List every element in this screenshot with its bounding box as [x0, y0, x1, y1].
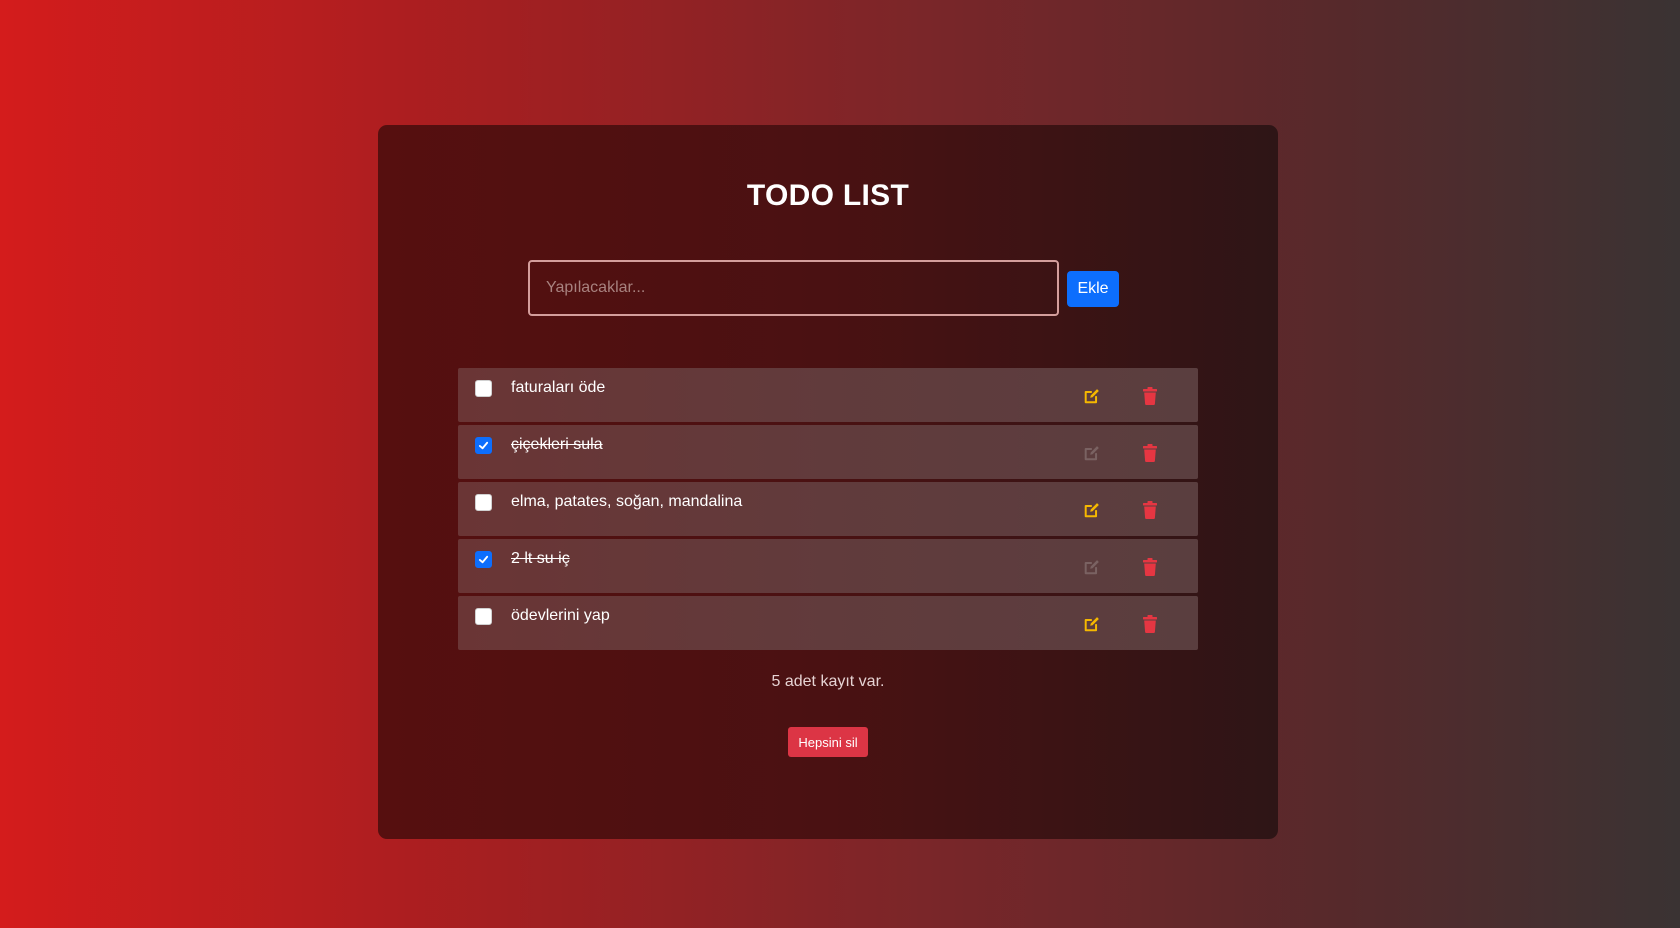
edit-icon	[1084, 617, 1099, 632]
trash-icon	[1143, 387, 1157, 405]
edit-button[interactable]	[1081, 385, 1103, 407]
todo-text: 2 lt su iç	[511, 550, 570, 567]
edit-icon	[1084, 560, 1099, 575]
todo-checkbox[interactable]	[475, 608, 492, 625]
trash-icon	[1143, 444, 1157, 462]
delete-button[interactable]	[1139, 556, 1161, 578]
todo-item: 2 lt su iç	[458, 539, 1198, 593]
todo-list: faturaları öde çiçekleri sula elma, pata…	[458, 368, 1198, 653]
delete-button[interactable]	[1139, 613, 1161, 635]
todo-text: elma, patates, soğan, mandalina	[511, 493, 743, 510]
record-count: 5 adet kayıt var.	[771, 673, 885, 690]
trash-icon	[1143, 501, 1157, 519]
check-icon	[478, 441, 489, 450]
todo-item: ödevlerini yap	[458, 596, 1198, 650]
edit-button[interactable]	[1081, 556, 1103, 578]
todo-checkbox[interactable]	[475, 551, 492, 568]
clear-all-button[interactable]: Hepsini sil	[788, 727, 868, 757]
edit-icon	[1084, 389, 1099, 404]
todo-input[interactable]	[528, 260, 1059, 316]
edit-button[interactable]	[1081, 613, 1103, 635]
todo-text: faturaları öde	[511, 379, 606, 396]
edit-icon	[1084, 503, 1099, 518]
todo-text: çiçekleri sula	[511, 436, 603, 453]
todo-checkbox[interactable]	[475, 494, 492, 511]
trash-icon	[1143, 615, 1157, 633]
delete-button[interactable]	[1139, 385, 1161, 407]
todo-checkbox[interactable]	[475, 437, 492, 454]
todo-item: çiçekleri sula	[458, 425, 1198, 479]
todo-card: TODO LIST Ekle faturaları öde çiçekleri …	[378, 125, 1278, 839]
check-icon	[478, 555, 489, 564]
edit-icon	[1084, 446, 1099, 461]
todo-item: elma, patates, soğan, mandalina	[458, 482, 1198, 536]
delete-button[interactable]	[1139, 442, 1161, 464]
add-button[interactable]: Ekle	[1067, 271, 1119, 307]
todo-item: faturaları öde	[458, 368, 1198, 422]
todo-checkbox[interactable]	[475, 380, 492, 397]
edit-button[interactable]	[1081, 499, 1103, 521]
delete-button[interactable]	[1139, 499, 1161, 521]
add-todo-form: Ekle	[528, 260, 1128, 316]
page-title: TODO LIST	[746, 179, 910, 212]
todo-text: ödevlerini yap	[511, 607, 610, 624]
trash-icon	[1143, 558, 1157, 576]
edit-button[interactable]	[1081, 442, 1103, 464]
